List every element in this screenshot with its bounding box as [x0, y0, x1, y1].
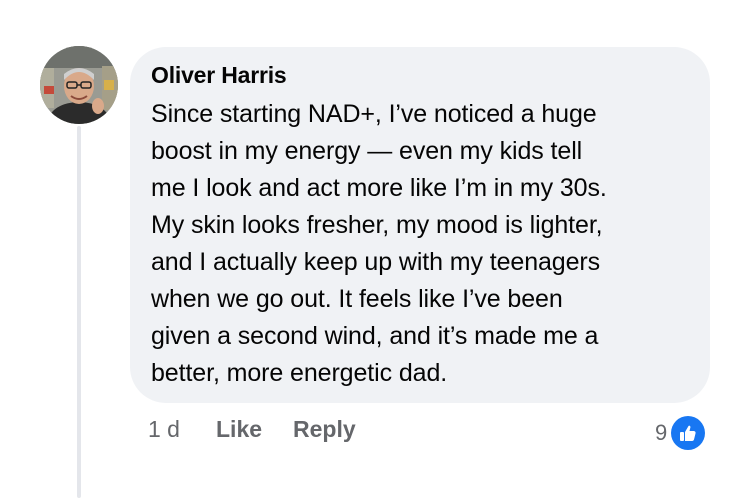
comment-text-line: My skin looks fresher, my mood is lighte… — [151, 211, 603, 239]
reaction-count: 9 — [655, 420, 668, 445]
comment-text-line: boost in my energy — even my kids tell — [151, 137, 583, 165]
avatar[interactable] — [40, 46, 118, 124]
avatar-photo — [40, 46, 118, 124]
reply-thread-line — [77, 126, 81, 498]
comment-text-line: and I actually keep up with my teenagers — [151, 248, 601, 276]
comment-timestamp[interactable]: 1 d — [148, 416, 180, 443]
comment-text-line: given a second wind, and it’s made me a — [151, 322, 599, 350]
reaction-summary[interactable]: 9 — [655, 416, 706, 450]
comment-text-line: when we go out. It feels like I’ve been — [151, 285, 563, 313]
comment-text-line: better, more energetic dad. — [151, 359, 448, 387]
comment-text-line: me I look and act more like I’m in my 30… — [151, 174, 607, 202]
comment-text: Since starting NAD+, I’ve noticed a huge… — [151, 96, 696, 392]
comment-text-line: Since starting NAD+, I’ve noticed a huge — [151, 100, 597, 128]
reply-button[interactable]: Reply — [293, 416, 356, 443]
comment-author-name[interactable]: Oliver Harris — [151, 62, 287, 89]
like-button[interactable]: Like — [216, 416, 262, 443]
thumbs-up-icon — [671, 416, 706, 450]
